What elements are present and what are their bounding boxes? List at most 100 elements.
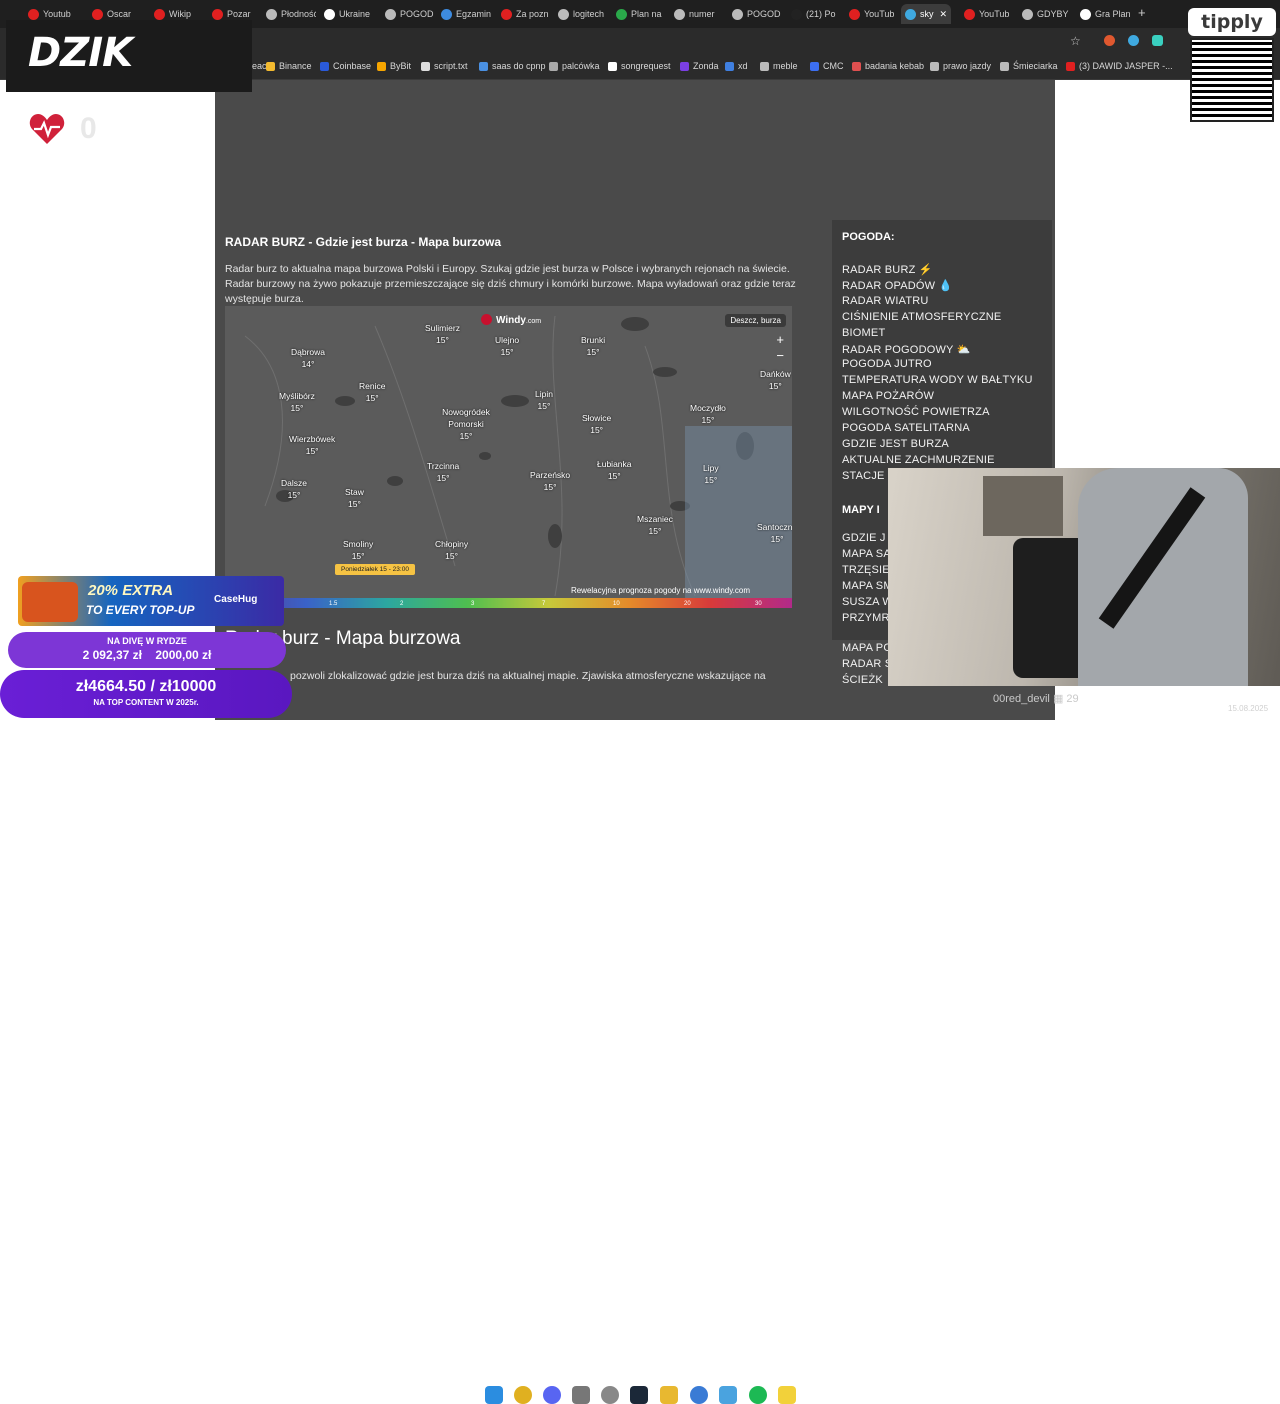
bookmark-item[interactable]: prawo jazdy (930, 61, 991, 71)
layer-selector[interactable]: Deszcz, burza (725, 314, 786, 327)
folder-icon[interactable] (660, 1386, 678, 1404)
bookmark-item[interactable]: songrequest (608, 61, 671, 71)
steam-icon[interactable] (630, 1386, 648, 1404)
map-city-label[interactable]: Staw 15° (345, 486, 364, 510)
browser-tab[interactable]: POGOD (728, 4, 782, 24)
extension-icon[interactable] (1104, 35, 1115, 46)
bookmark-item[interactable]: badania kebab (852, 61, 924, 71)
sidebar-link[interactable]: STACJE (842, 470, 885, 482)
windy-brand[interactable]: Windy.com (481, 314, 541, 326)
map-city-label[interactable]: Lipin 15° (535, 388, 553, 412)
bookmark-item[interactable]: Śmieciarka (1000, 61, 1058, 71)
zoom-in-button[interactable]: + (776, 332, 784, 348)
notes-icon[interactable] (778, 1386, 796, 1404)
time-chip[interactable]: Poniedziałek 15 - 23:00 (335, 564, 415, 575)
map-city-label[interactable]: Brunki 15° (581, 334, 605, 358)
sidebar-link[interactable]: POGODA SATELITARNA (842, 422, 970, 434)
bookmark-item[interactable]: CMC (810, 61, 844, 71)
spotify-icon[interactable] (749, 1386, 767, 1404)
sidebar-link[interactable]: RADAR OPADÓW 💧 (842, 279, 952, 292)
sidebar-link[interactable]: CIŚNIENIE ATMOSFERYCZNE (842, 311, 1001, 323)
browser-tab[interactable]: YouTub (960, 4, 1014, 24)
bookmark-item[interactable]: meble (760, 61, 798, 71)
sidebar-link[interactable]: SUSZA W (842, 596, 893, 608)
map-city-label[interactable]: Renice 15° (359, 380, 385, 404)
browser-tab[interactable]: Ukraine (320, 4, 374, 24)
bookmark-item[interactable]: script.txt (421, 61, 468, 71)
sidebar-link[interactable]: TEMPERATURA WODY W BAŁTYKU (842, 374, 1033, 386)
settings-icon[interactable] (601, 1386, 619, 1404)
sidebar-link[interactable]: RADAR POGODOWY ⛅ (842, 343, 971, 356)
chrome-icon[interactable] (514, 1386, 532, 1404)
zoom-out-button[interactable]: − (776, 348, 784, 364)
sidebar-link[interactable]: RADAR WIATRU (842, 295, 929, 307)
zoom-controls[interactable]: + − (776, 332, 784, 364)
map-city-label[interactable]: Słowice 15° (582, 412, 611, 436)
browser-tab[interactable]: logitech (554, 4, 608, 24)
sidebar-link[interactable]: POGODA JUTRO (842, 358, 932, 370)
new-tab-button[interactable]: + (1138, 5, 1146, 20)
sidebar-link[interactable]: MAPA PO (842, 642, 892, 654)
sidebar-link[interactable]: MAPA SM (842, 580, 893, 592)
sidebar-link[interactable]: WILGOTNOŚĆ POWIETRZA (842, 406, 990, 418)
browser-tab[interactable]: POGOD (381, 4, 435, 24)
browser-tab[interactable]: (21) Po (787, 4, 841, 24)
sidebar-link[interactable]: RADAR BURZ ⚡ (842, 263, 933, 276)
browser-tab[interactable]: Płodność (262, 4, 316, 24)
bookmark-item[interactable]: Coinbase (320, 61, 371, 71)
sidebar-link[interactable]: PRZYMR (842, 612, 890, 624)
sidebar-link[interactable]: GDZIE JEST BURZA (842, 438, 949, 450)
map-city-label[interactable]: Nowogródek Pomorski 15° (431, 406, 501, 442)
browser-tab[interactable]: Za pozn (497, 4, 551, 24)
bookmark-item[interactable]: (3) DAWID JASPER -... (1066, 61, 1173, 71)
sidebar-link[interactable]: ŚCIEŻK (842, 674, 883, 686)
sidebar-link[interactable]: MAPA SA (842, 548, 891, 560)
sidebar-link[interactable]: BIOMET (842, 327, 885, 339)
browser-tab[interactable]: Gra Plan (1076, 4, 1130, 24)
ccleaner-icon[interactable] (690, 1386, 708, 1404)
browser-tab[interactable]: sky ✕ (901, 4, 951, 24)
bookmark-item[interactable]: xd (725, 61, 748, 71)
windy-map[interactable]: Windy.com Deszcz, burza + − Sulimierz 15°… (225, 306, 792, 608)
map-city-label[interactable]: Wierzbówek 15° (289, 433, 335, 457)
sidebar-link[interactable]: AKTUALNE ZACHMURZENIE (842, 454, 995, 466)
windows-start-icon[interactable] (485, 1386, 503, 1404)
map-city-label[interactable]: Ulejno 15° (495, 334, 519, 358)
map-city-label[interactable]: Dąbrowa 14° (291, 346, 325, 370)
browser-tab[interactable]: Egzamin (437, 4, 491, 24)
bookmark-item[interactable]: Binance (266, 61, 312, 71)
map-city-label[interactable]: Dańków 15° (760, 368, 791, 392)
browser-tab[interactable]: GDYBY (1018, 4, 1072, 24)
bookmark-item[interactable]: palcówka (549, 61, 600, 71)
map-city-label[interactable]: Parzeńsko 15° (530, 469, 570, 493)
map-city-label[interactable]: Myślibórz 15° (279, 390, 315, 414)
browser-tab[interactable]: YouTub (845, 4, 899, 24)
sidebar-link[interactable]: MAPA POŻARÓW (842, 390, 934, 402)
map-city-label[interactable]: Moczydło 15° (690, 402, 726, 426)
map-city-label[interactable]: Sulimierz 15° (425, 322, 460, 346)
browser-tab[interactable]: numer (670, 4, 724, 24)
map-city-label[interactable]: Mszaniec 15° (637, 513, 673, 537)
app-icon[interactable] (572, 1386, 590, 1404)
map-city-label[interactable]: Dalsze 15° (281, 477, 307, 501)
browser-tab[interactable]: Plan na (612, 4, 666, 24)
map-city-label[interactable]: Łubianka 15° (597, 458, 632, 482)
windy-promo[interactable]: Rewelacyjna prognoza pogody na www.windy… (571, 586, 750, 595)
map-city-label[interactable]: Santoczno 15° (757, 521, 792, 545)
bookmark-item[interactable]: saas do cpnp (479, 61, 546, 71)
map-city-label[interactable]: Lipy 15° (703, 462, 719, 486)
sidebar-link[interactable]: TRZĘSIE (842, 564, 890, 576)
bookmark-star-icon[interactable]: ☆ (1070, 34, 1081, 48)
map-city-label[interactable]: Trzcinna 15° (427, 460, 459, 484)
map-city-label[interactable]: Chłopiny 15° (435, 538, 468, 562)
bookmark-item[interactable]: ByBit (377, 61, 411, 71)
extension-icon[interactable] (1128, 35, 1139, 46)
network-icon[interactable] (719, 1386, 737, 1404)
sidebar-link[interactable]: GDZIE J (842, 532, 886, 544)
discord-icon[interactable] (543, 1386, 561, 1404)
map-city-label[interactable]: Smoliny 15° (343, 538, 373, 562)
bookmark-item[interactable]: Zonda (680, 61, 719, 71)
close-tab-icon[interactable]: ✕ (940, 9, 948, 20)
extension-icon[interactable] (1152, 35, 1163, 46)
sidebar-link[interactable]: RADAR S (842, 658, 892, 670)
